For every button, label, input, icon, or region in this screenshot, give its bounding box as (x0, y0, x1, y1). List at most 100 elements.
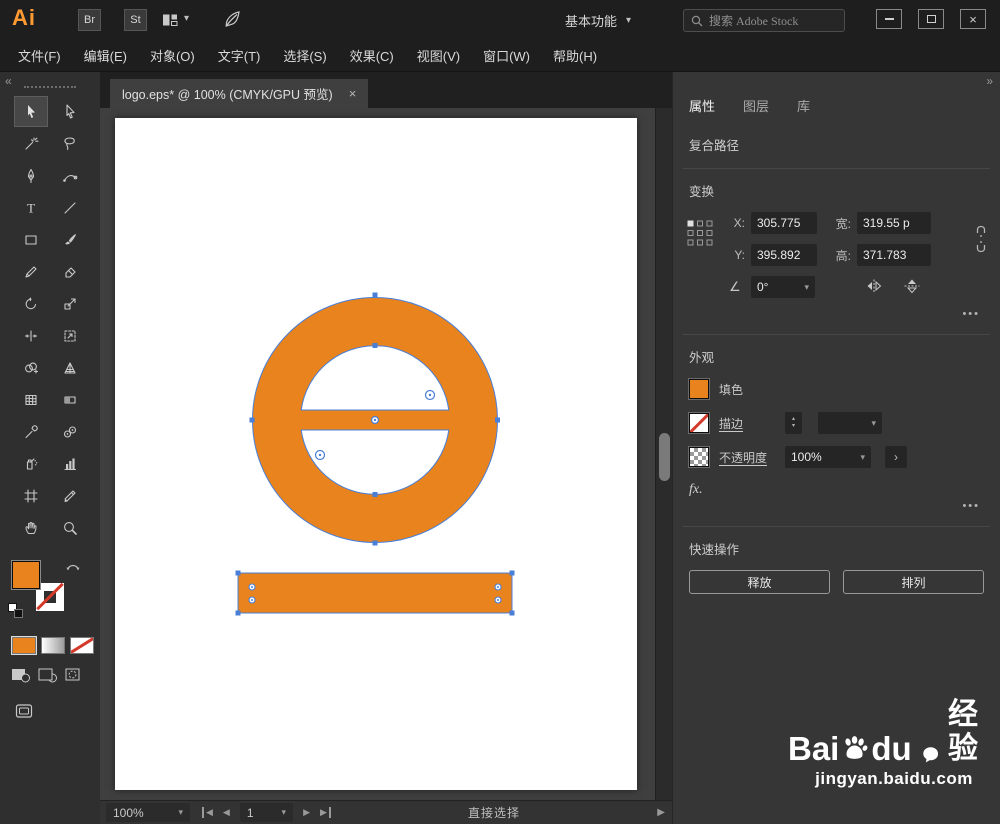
stock-button[interactable]: St (124, 9, 147, 31)
document-tab[interactable]: logo.eps* @ 100% (CMYK/GPU 预览) × (110, 79, 369, 108)
stepper-up-icon[interactable]: ▴ (792, 416, 795, 423)
width-input[interactable]: 319.55 p (857, 212, 931, 234)
lasso-tool[interactable] (53, 128, 87, 159)
first-artboard-icon[interactable]: ◀ (202, 807, 213, 818)
appearance-more-options[interactable]: ••• (689, 500, 984, 512)
draw-normal-icon[interactable] (11, 667, 31, 688)
status-expand-icon[interactable]: ▶ (657, 807, 665, 818)
slice-tool[interactable] (53, 480, 87, 511)
menu-type[interactable]: 文字(T) (218, 46, 261, 65)
bridge-button[interactable]: Br (78, 9, 101, 31)
flip-vertical-icon[interactable] (903, 278, 921, 297)
opacity-label[interactable]: 不透明度 (719, 449, 775, 466)
stroke-label[interactable]: 描边 (719, 415, 775, 432)
pen-tool[interactable] (14, 160, 48, 191)
height-input[interactable]: 371.783 (857, 244, 931, 266)
artboard[interactable] (115, 118, 637, 790)
zoom-level-dropdown[interactable]: 100% ▾ (106, 803, 190, 822)
y-input[interactable]: 395.892 (751, 244, 817, 266)
tab-layers[interactable]: 图层 (743, 96, 769, 115)
tab-close-icon[interactable]: × (349, 86, 357, 101)
stroke-swatch[interactable] (689, 413, 709, 433)
arrange-button[interactable]: 排列 (843, 570, 984, 594)
swap-fill-stroke-icon[interactable] (66, 559, 80, 577)
tab-properties[interactable]: 属性 (689, 96, 715, 115)
draw-behind-icon[interactable] (38, 667, 58, 688)
x-input[interactable]: 305.775 (751, 212, 817, 234)
free-transform-tool[interactable] (53, 320, 87, 351)
direct-selection-tool[interactable] (53, 96, 87, 127)
type-tool[interactable]: T (14, 192, 48, 223)
rotate-tool[interactable] (14, 288, 48, 319)
last-artboard-icon[interactable]: ▶ (320, 807, 331, 818)
close-button[interactable]: × (960, 9, 986, 29)
stroke-color-swatch[interactable] (36, 583, 64, 611)
scale-tool[interactable] (53, 288, 87, 319)
maximize-button[interactable] (918, 9, 944, 29)
hand-tool[interactable] (14, 512, 48, 543)
collapse-toolbar-icon[interactable]: « (5, 74, 12, 88)
eyedropper-tool[interactable] (14, 416, 48, 447)
fill-color-swatch[interactable] (12, 561, 40, 589)
selection-tool[interactable] (13, 96, 48, 127)
perspective-grid-tool[interactable] (53, 352, 87, 383)
none-button[interactable] (70, 637, 94, 654)
next-artboard-icon[interactable]: ▶ (303, 807, 310, 818)
collapse-panel-icon[interactable]: » (986, 74, 993, 88)
flip-horizontal-icon[interactable] (865, 278, 883, 297)
tab-libraries[interactable]: 库 (797, 96, 810, 115)
stroke-weight-dropdown[interactable]: ▾ (818, 412, 882, 434)
stroke-weight-stepper[interactable]: ▴ ▾ (785, 412, 802, 434)
artboard-tool[interactable] (14, 480, 48, 511)
previous-artboard-icon[interactable]: ◀ (223, 807, 230, 818)
menu-select[interactable]: 选择(S) (283, 46, 326, 65)
release-button[interactable]: 释放 (689, 570, 830, 594)
gradient-button[interactable] (41, 637, 65, 654)
arrange-documents-icon[interactable] (162, 12, 178, 33)
menu-view[interactable]: 视图(V) (417, 46, 460, 65)
vertical-scrollbar[interactable] (655, 108, 672, 800)
gradient-tool[interactable] (53, 384, 87, 415)
transform-more-options[interactable]: ••• (689, 308, 984, 320)
menu-window[interactable]: 窗口(W) (483, 46, 530, 65)
opacity-options-button[interactable]: › (885, 446, 907, 468)
opacity-dropdown[interactable]: 100% ▾ (785, 446, 871, 468)
opacity-swatch[interactable] (689, 447, 709, 467)
rotation-dropdown[interactable]: 0° ▾ (751, 276, 815, 298)
screen-mode-icon[interactable] (15, 703, 100, 724)
minimize-button[interactable] (876, 9, 902, 29)
artboard-number-dropdown[interactable]: 1 ▾ (239, 803, 294, 822)
scrollbar-thumb[interactable] (659, 433, 670, 481)
fill-swatch[interactable] (689, 379, 709, 399)
menu-edit[interactable]: 编辑(E) (84, 46, 127, 65)
default-fill-stroke-icon[interactable] (8, 603, 23, 618)
reference-point-locator[interactable] (687, 220, 713, 249)
workspace-switcher[interactable]: 基本功能 ▾ (565, 0, 631, 40)
eraser-tool[interactable] (53, 256, 87, 287)
fx-button[interactable]: fx. (689, 482, 984, 498)
blend-tool[interactable] (53, 416, 87, 447)
symbol-sprayer-tool[interactable] (14, 448, 48, 479)
feather-icon[interactable] (222, 9, 242, 34)
magic-wand-tool[interactable] (14, 128, 48, 159)
width-tool[interactable] (14, 320, 48, 351)
menu-help[interactable]: 帮助(H) (553, 46, 597, 65)
draw-inside-icon[interactable] (65, 667, 85, 688)
menu-object[interactable]: 对象(O) (150, 46, 195, 65)
pencil-tool[interactable] (14, 256, 48, 287)
column-graph-tool[interactable] (53, 448, 87, 479)
toolbar-grip[interactable] (24, 86, 76, 88)
arrange-documents-chevron-icon[interactable]: ▾ (184, 13, 189, 24)
paintbrush-tool[interactable] (53, 224, 87, 255)
color-button[interactable] (12, 637, 36, 654)
shape-builder-tool[interactable] (14, 352, 48, 383)
stepper-down-icon[interactable]: ▾ (792, 423, 795, 430)
menu-effect[interactable]: 效果(C) (350, 46, 394, 65)
stock-search-input[interactable]: 搜索 Adobe Stock (683, 9, 845, 32)
constrain-proportions-icon[interactable] (974, 224, 988, 257)
mesh-tool[interactable] (14, 384, 48, 415)
line-segment-tool[interactable] (53, 192, 87, 223)
zoom-tool[interactable] (53, 512, 87, 543)
rectangle-tool[interactable] (14, 224, 48, 255)
curvature-tool[interactable] (53, 160, 87, 191)
